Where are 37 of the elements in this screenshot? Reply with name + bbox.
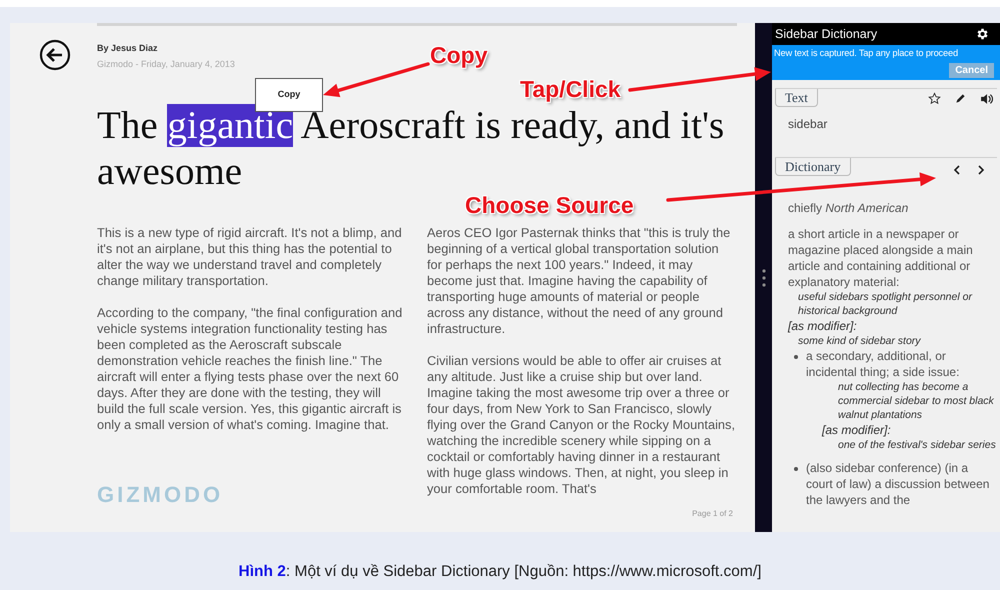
example-text: some kind of sidebar story [798,334,922,348]
byline: By Jesus Diaz [97,42,159,55]
definition-text: a short article in a newspaper or magazine placed alongside a main article and containing additional or explanatory material: [788,226,974,290]
text-tab[interactable]: Text [775,89,818,107]
splitter-bar[interactable] [755,23,772,532]
example-text: useful sidebars spotlight personnel or historical background [798,290,974,318]
speaker-icon[interactable] [980,92,993,104]
sidebar-title: Sidebar Dictionary [775,26,878,43]
figure-caption: Hình 2: Một ví dụ về Sidebar Dictionary [Nguồn: https://www.microsoft.com/] [238,562,762,582]
article-paragraph: Aeros CEO Igor Pasternak thinks that "this is truly the beginning of a vertical global transportation solution for perhaps the next 100 years." Indeed, it may become just that. Imagine having the capability of transporting huge amounts of material or people across any distance, without the need of any ground infrastructure. [427,225,732,337]
page-indicator: Page 1 of 2 [692,508,733,520]
callout-label: Copy [430,42,488,68]
pencil-icon[interactable] [955,93,966,104]
logo: GIZMODO [97,481,224,509]
example-text: nut collecting has become a commercial sidebar to most black walnut plantations [838,380,995,422]
bullet-icon [794,355,798,359]
usage-label: chiefly North American [788,200,910,216]
chevron-left-icon[interactable] [953,165,960,175]
example-text: one of the festival's sidebar series [838,438,997,452]
dictionary-tab[interactable]: Dictionary [775,158,851,176]
bullet-icon [794,467,798,471]
copy-popup[interactable]: Copy [255,78,323,112]
article-paragraph: This is a new type of rigid aircraft. It's not a blimp, and it's not an airplane, but this thing has the potential to alter the way we understand travel and completely change military transportation. [97,225,403,289]
grip-dots-icon[interactable] [762,268,766,288]
chevron-right-icon[interactable] [978,165,985,175]
callout-label: Tap/Click [520,76,621,102]
settings-icon[interactable] [975,27,989,41]
sense-text: a secondary, additional, or incidental thing; a side issue: [806,348,960,380]
notice-text: New text is captured. Tap any place to proceed [774,47,959,60]
modifier-label: [as modifier]: [788,318,858,334]
modifier-label: [as modifier]: [822,422,892,438]
captured-text: sidebar [788,116,828,133]
star-icon[interactable] [928,92,941,105]
sense-text: (also sidebar conference) (in a court of law) a discussion between the lawyers and the [806,460,990,508]
article-paragraph: According to the company, "the final configuration and vehicle systems integration functionality testing has been completed as the Aeroscraft subscale demonstration vehicle reaches the finish line." The aircraft will enter a flying tests phase over the next 60 days. After they are done with the testing, they will build the full scale version. Yes, this gigantic aircraft is only a small version of what's coming. Imagine that. [97,305,404,433]
callout-label: Choose Source [465,192,634,218]
article-paragraph: Civilian versions would be able to offer air cruises at any altitude. Just like a cruise ship but over land. Imagine taking the most awesome trip over a three or four days, from New York to San Francisco, slowly flying over the Grand Canyon or the Rocky Mountains, watching the incredible scenery while sipping on a cocktail or comfortably having dinner in a restaurant with huge glass windows. Then, at night, you sleep in your comfortable room. That's [427,353,736,497]
